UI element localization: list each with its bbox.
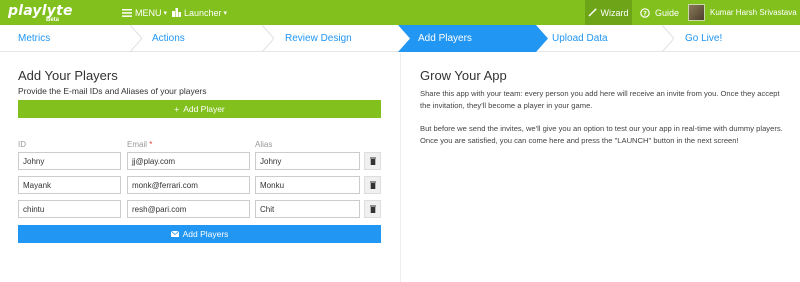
add-player-label: Add Player [183, 104, 225, 114]
step-add-players[interactable]: Add Players [418, 25, 472, 52]
step-divider [662, 25, 674, 52]
delete-row-button[interactable] [364, 152, 381, 170]
panel-subtitle: Provide the E-mail IDs and Aliases of yo… [18, 86, 207, 96]
step-actions[interactable]: Actions [152, 25, 185, 52]
add-players-label: Add Players [182, 229, 229, 239]
trash-icon [369, 157, 376, 165]
trash-icon [369, 181, 376, 189]
plus-icon: + [174, 104, 180, 114]
step-go-live[interactable]: Go Live! [685, 25, 722, 52]
hamburger-icon [122, 8, 132, 17]
player-email-input[interactable]: monk@ferrari.com [127, 176, 250, 194]
chevron-down-icon: ▾ [223, 9, 228, 17]
player-email-input[interactable]: resh@pari.com [127, 200, 250, 218]
menu-label: MENU [135, 7, 162, 18]
launcher-label: Launcher [184, 7, 222, 18]
add-players-submit-button[interactable]: Add Players [18, 225, 381, 243]
help-circle-icon: ? [640, 7, 650, 18]
player-id-input[interactable]: Johny [18, 152, 121, 170]
guide-label: Guide [655, 7, 680, 18]
step-review-design[interactable]: Review Design [285, 25, 352, 52]
logo-sub: Beta [46, 17, 60, 23]
user-name: Kumar Harsh Srivastava [710, 8, 797, 17]
guide-button[interactable]: ? Guide [640, 0, 679, 25]
player-email-input[interactable]: jj@play.com [127, 152, 250, 170]
chevron-down-icon: ▾ [163, 9, 168, 17]
step-label: Actions [152, 33, 185, 44]
wizard-label: Wizard [600, 7, 629, 18]
info-paragraph: Share this app with your team: every per… [420, 89, 780, 110]
step-divider [130, 25, 142, 52]
step-label: Add Players [418, 33, 472, 44]
grow-your-app-panel: Grow Your App Share this app with your t… [400, 53, 800, 282]
menu-button[interactable]: MENU ▾ [122, 0, 167, 25]
player-alias-input[interactable]: Chit [255, 200, 360, 218]
trash-icon [369, 205, 376, 213]
email-label: Email [127, 140, 148, 149]
player-alias-input[interactable]: Monku [255, 176, 360, 194]
magic-wand-icon [588, 8, 597, 17]
player-alias-input[interactable]: Johny [255, 152, 360, 170]
wizard-button[interactable]: Wizard [585, 0, 632, 25]
envelope-icon [170, 231, 179, 237]
panel-title: Grow Your App [420, 68, 507, 83]
step-label: Metrics [18, 33, 51, 44]
svg-text:?: ? [643, 9, 647, 17]
logo-text: playlyte [8, 3, 73, 19]
playlyte-logo[interactable]: playlyte Beta [8, 2, 72, 24]
step-metrics[interactable]: Metrics [18, 25, 50, 52]
player-id-input[interactable]: chintu [18, 200, 121, 218]
avatar [688, 4, 705, 21]
building-icon [172, 8, 181, 17]
user-menu[interactable]: Kumar Harsh Srivastava [688, 0, 797, 25]
step-label: Go Live! [685, 33, 723, 44]
player-id-input[interactable]: Mayank [18, 176, 121, 194]
delete-row-button[interactable] [364, 176, 381, 194]
wizard-steps: Metrics Actions Review Design Add Player… [0, 25, 800, 52]
required-marker: * [149, 140, 153, 149]
step-upload-data[interactable]: Upload Data [552, 25, 608, 52]
panel-title: Add Your Players [18, 68, 118, 83]
step-label: Upload Data [552, 33, 608, 44]
top-bar: playlyte Beta MENU ▾ Launcher ▾ Wizard ?… [0, 0, 800, 25]
launcher-button[interactable]: Launcher ▾ [172, 0, 227, 25]
add-player-button[interactable]: + Add Player [18, 100, 381, 118]
alias-column-label: Alias [255, 140, 273, 149]
add-players-panel: Add Your Players Provide the E-mail IDs … [0, 53, 398, 282]
delete-row-button[interactable] [364, 200, 381, 218]
email-column-label: Email * [127, 140, 152, 149]
id-column-label: ID [18, 140, 26, 149]
info-paragraph: But before we send the invites, we'll gi… [420, 124, 783, 145]
step-label: Review Design [285, 33, 352, 44]
step-divider [262, 25, 274, 52]
